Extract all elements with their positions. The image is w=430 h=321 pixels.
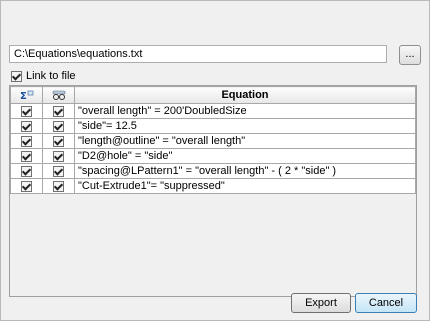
visible-column-header[interactable] <box>42 86 75 104</box>
table-row: "D2@hole" = "side" <box>10 148 416 164</box>
table-row: "side"= 12.5 <box>10 118 416 134</box>
sigma-icon: Σ <box>20 90 33 101</box>
visible-checkbox[interactable] <box>53 180 64 192</box>
visible-checkbox[interactable] <box>53 120 64 132</box>
table-row: "overall length" = 200'DoubledSize <box>10 103 416 119</box>
glasses-icon <box>52 90 65 101</box>
equation-cell[interactable]: "Cut-Extrude1"= "suppressed" <box>74 178 416 194</box>
active-checkbox[interactable] <box>21 165 32 177</box>
active-checkbox[interactable] <box>21 150 32 162</box>
equation-cell[interactable]: "overall length" = 200'DoubledSize <box>74 103 416 119</box>
visible-checkbox[interactable] <box>53 165 64 177</box>
active-checkbox[interactable] <box>21 105 32 117</box>
table-row: "length@outline" = "overall length" <box>10 133 416 149</box>
browse-button[interactable]: ... <box>399 45 421 65</box>
equation-cell[interactable]: "D2@hole" = "side" <box>74 148 416 164</box>
table-row: "spacing@LPattern1" = "overall length" -… <box>10 163 416 179</box>
equations-grid: Σ Equation "overall length" = 200'Double… <box>9 85 417 297</box>
equations-dialog: C:\Equations\equations.txt ... Link to f… <box>0 0 430 321</box>
active-checkbox[interactable] <box>21 180 32 192</box>
svg-text:Σ: Σ <box>20 91 27 101</box>
equation-cell[interactable]: "side"= 12.5 <box>74 118 416 134</box>
export-button[interactable]: Export <box>291 293 351 313</box>
file-path-field[interactable]: C:\Equations\equations.txt <box>9 45 387 63</box>
visible-checkbox[interactable] <box>53 105 64 117</box>
link-to-file-row: Link to file <box>11 69 76 83</box>
equation-column-header[interactable]: Equation <box>74 86 416 104</box>
cancel-button[interactable]: Cancel <box>355 293 417 313</box>
visible-checkbox[interactable] <box>53 135 64 147</box>
equation-cell[interactable]: "spacing@LPattern1" = "overall length" -… <box>74 163 416 179</box>
active-checkbox[interactable] <box>21 135 32 147</box>
equation-cell[interactable]: "length@outline" = "overall length" <box>74 133 416 149</box>
visible-checkbox[interactable] <box>53 150 64 162</box>
active-column-header[interactable]: Σ <box>10 86 43 104</box>
link-to-file-label: Link to file <box>26 70 76 82</box>
active-checkbox[interactable] <box>21 120 32 132</box>
link-to-file-checkbox[interactable] <box>11 70 22 82</box>
table-row: "Cut-Extrude1"= "suppressed" <box>10 178 416 194</box>
